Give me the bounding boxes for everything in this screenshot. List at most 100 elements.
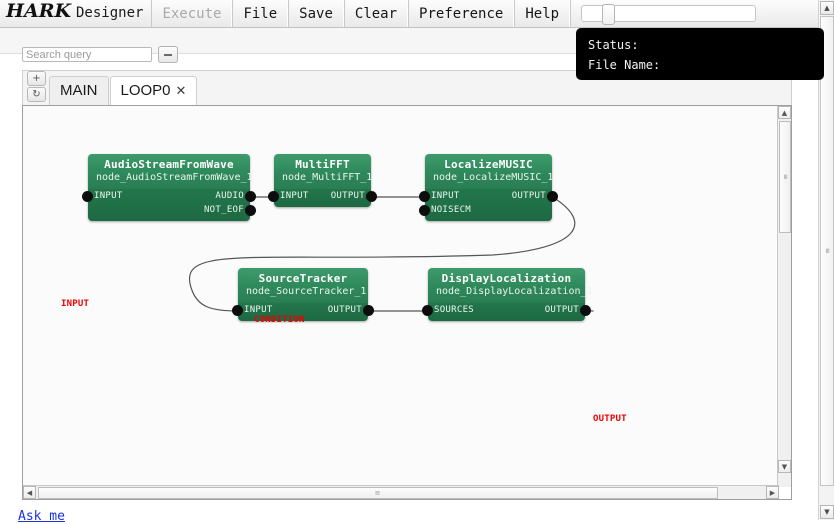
- node-ports-displaylocalization: SOURCES OUTPUT: [428, 303, 585, 321]
- node-title-audiostreamfromwave: AudioStreamFromWave: [96, 158, 242, 171]
- port-label-in: INPUT: [280, 191, 309, 201]
- node-sourcetracker[interactable]: SourceTrackernode_SourceTracker_1 INPUT OU…: [238, 268, 368, 321]
- port-in-sources[interactable]: [422, 305, 433, 316]
- port-label-in: NOISECM: [431, 205, 471, 215]
- app-brand: HARK Designer: [0, 0, 151, 27]
- node-multifft[interactable]: MultiFFTnode_MultiFFT_1 INPUT OUTPUT: [274, 154, 371, 207]
- add-tab-button[interactable]: +: [27, 71, 46, 86]
- canvas-scroll-right-button[interactable]: ▶: [766, 486, 779, 499]
- tab-main-label: MAIN: [60, 82, 98, 99]
- port-label-out: OUTPUT: [331, 191, 365, 201]
- node-ports-multifft: INPUT OUTPUT: [274, 189, 371, 207]
- canvas-horizontal-scroll-thumb[interactable]: ≡: [38, 487, 718, 499]
- menu-item-clear[interactable]: Clear: [344, 0, 408, 27]
- ext-output-label: OUTPUT: [593, 414, 627, 424]
- node-title-sourcetracker: SourceTracker: [246, 272, 360, 285]
- port-row: INPUT AUDIO: [88, 189, 250, 203]
- port-label-in: INPUT: [94, 191, 123, 201]
- port-out-output[interactable]: [547, 191, 558, 202]
- node-ports-audiostreamfromwave: INPUT AUDIO NOT_EOF: [88, 189, 250, 221]
- port-out-output[interactable]: [580, 305, 591, 316]
- port-row: INPUT OUTPUT: [425, 189, 552, 203]
- node-instance-sourcetracker: node_SourceTracker_1: [246, 285, 360, 299]
- menu-bar: HARK Designer Execute File Save Clear Pr…: [0, 0, 834, 28]
- port-label-out: OUTPUT: [545, 305, 579, 315]
- menu-item-file[interactable]: File: [232, 0, 288, 27]
- port-in-input[interactable]: [82, 191, 93, 202]
- port-in-input[interactable]: [268, 191, 279, 202]
- node-header-multifft: MultiFFTnode_MultiFFT_1: [274, 154, 371, 189]
- port-row: SOURCES OUTPUT: [428, 303, 585, 317]
- search-input[interactable]: [22, 47, 152, 62]
- port-label-in: INPUT: [244, 305, 273, 315]
- port-label-out: OUTPUT: [512, 191, 546, 201]
- menu-item-preference[interactable]: Preference: [408, 0, 514, 27]
- collapse-panel-button[interactable]: [158, 46, 178, 63]
- node-header-localizemusic: LocalizeMUSICnode_LocalizeMUSIC_1: [425, 154, 552, 189]
- tab-main[interactable]: MAIN: [49, 76, 109, 105]
- node-instance-audiostreamfromwave: node_AudioStreamFromWave_1: [96, 171, 242, 185]
- port-in-noisecm[interactable]: [419, 205, 430, 216]
- graph-canvas[interactable]: AudioStreamFromWavenode_AudioStreamFromW…: [23, 106, 779, 487]
- canvas-scroll-down-button[interactable]: ▼: [778, 460, 791, 473]
- canvas-scroll-left-button[interactable]: ◀: [23, 486, 36, 499]
- brand-designer-text: Designer: [76, 5, 143, 21]
- zoom-slider-thumb[interactable]: [602, 4, 615, 25]
- tab-controls: + ↻: [27, 71, 46, 103]
- ext-condition-label: CONDITION: [254, 315, 305, 325]
- canvas-vertical-scroll-thumb[interactable]: ≡: [779, 121, 791, 233]
- node-title-multifft: MultiFFT: [282, 158, 363, 171]
- port-out-not_eof[interactable]: [245, 205, 256, 216]
- status-panel: Status: File Name:: [576, 28, 824, 80]
- node-header-displaylocalization: DisplayLocalizationnode_DisplayLocalizat…: [428, 268, 585, 303]
- menu-item-save[interactable]: Save: [288, 0, 344, 27]
- node-ports-localizemusic: INPUT OUTPUT NOISECM: [425, 189, 552, 221]
- page-scroll-grip-icon: ≡: [824, 248, 831, 255]
- menu-item-execute[interactable]: Execute: [151, 0, 232, 27]
- page-vertical-scroll-thumb[interactable]: ≡: [820, 16, 834, 486]
- ask-me-link[interactable]: Ask me: [18, 509, 65, 524]
- page-scroll-down-button[interactable]: ▼: [820, 505, 834, 519]
- ext-input-label: INPUT: [61, 299, 89, 309]
- port-out-audio[interactable]: [245, 191, 256, 202]
- file-name-line: File Name:: [588, 55, 812, 75]
- menu-item-help[interactable]: Help: [514, 0, 570, 27]
- refresh-tab-button[interactable]: ↻: [27, 87, 46, 102]
- tab-loop0[interactable]: LOOP0 ✕: [110, 76, 198, 106]
- node-header-sourcetracker: SourceTrackernode_SourceTracker_1: [238, 268, 368, 303]
- port-label-out: NOT_EOF: [204, 205, 244, 215]
- scroll-grip-icon-h: ≡: [375, 490, 382, 497]
- node-instance-displaylocalization: node_DisplayLocalization_1: [436, 285, 577, 299]
- port-out-output[interactable]: [366, 191, 377, 202]
- brand-hark-text: HARK: [6, 0, 71, 22]
- node-title-displaylocalization: DisplayLocalization: [436, 272, 577, 285]
- minus-icon: [164, 54, 172, 56]
- node-audiostreamfromwave[interactable]: AudioStreamFromWavenode_AudioStreamFromW…: [88, 154, 250, 221]
- node-instance-localizemusic: node_LocalizeMUSIC_1: [433, 171, 544, 185]
- page-scroll-up-button[interactable]: ▲: [820, 1, 834, 15]
- port-out-output[interactable]: [363, 305, 374, 316]
- port-label-out: OUTPUT: [328, 305, 362, 315]
- port-label-out: AUDIO: [215, 191, 244, 201]
- status-line: Status:: [588, 35, 812, 55]
- node-localizemusic[interactable]: LocalizeMUSICnode_LocalizeMUSIC_1 INPUT OU…: [425, 154, 552, 221]
- node-instance-multifft: node_MultiFFT_1: [282, 171, 363, 185]
- port-label-in: INPUT: [431, 191, 460, 201]
- tab-loop0-close-icon[interactable]: ✕: [176, 83, 187, 98]
- node-title-localizemusic: LocalizeMUSIC: [433, 158, 544, 171]
- zoom-slider-container: [570, 0, 766, 27]
- graph-canvas-frame: AudioStreamFromWavenode_AudioStreamFromW…: [22, 105, 792, 500]
- tab-loop0-label: LOOP0: [121, 82, 171, 99]
- port-label-in: SOURCES: [434, 305, 474, 315]
- port-row: INPUT OUTPUT: [274, 189, 371, 203]
- canvas-horizontal-scrollbar[interactable]: ◀ ≡ ▶: [23, 485, 779, 499]
- zoom-slider[interactable]: [581, 5, 756, 22]
- port-in-input[interactable]: [232, 305, 243, 316]
- port-row: NOISECM: [425, 203, 552, 217]
- canvas-vertical-scrollbar[interactable]: ▲ ≡ ▼: [777, 106, 791, 487]
- canvas-scroll-up-button[interactable]: ▲: [778, 106, 791, 119]
- node-displaylocalization[interactable]: DisplayLocalizationnode_DisplayLocalizat…: [428, 268, 585, 321]
- scroll-grip-icon: ≡: [782, 174, 789, 181]
- port-in-input[interactable]: [419, 191, 430, 202]
- port-row: NOT_EOF: [88, 203, 250, 217]
